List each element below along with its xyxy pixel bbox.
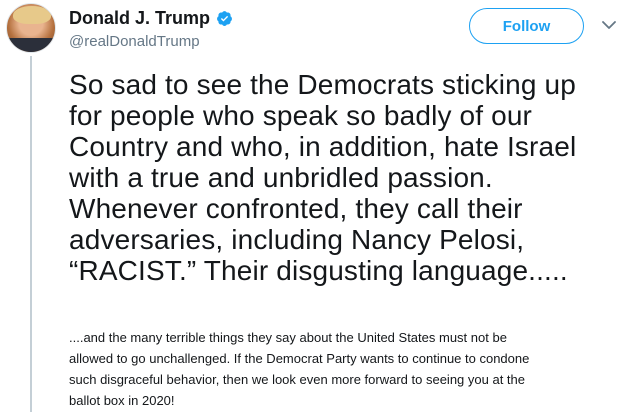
chevron-down-icon[interactable] — [600, 16, 618, 34]
avatar-suit — [7, 38, 55, 52]
avatar[interactable] — [6, 3, 56, 53]
author-name[interactable]: Donald J. Trump — [69, 8, 210, 28]
follow-button[interactable]: Follow — [469, 8, 584, 44]
author-handle[interactable]: @realDonaldTrump — [69, 33, 200, 50]
thread-connector-line — [30, 56, 32, 412]
avatar-hair — [13, 6, 51, 24]
tweet-text: So sad to see the Democrats sticking up … — [69, 69, 577, 286]
author-name-row: Donald J. Trump — [69, 8, 233, 28]
reply-text: ....and the many terrible things they sa… — [69, 330, 530, 408]
verified-badge-icon — [216, 10, 233, 27]
